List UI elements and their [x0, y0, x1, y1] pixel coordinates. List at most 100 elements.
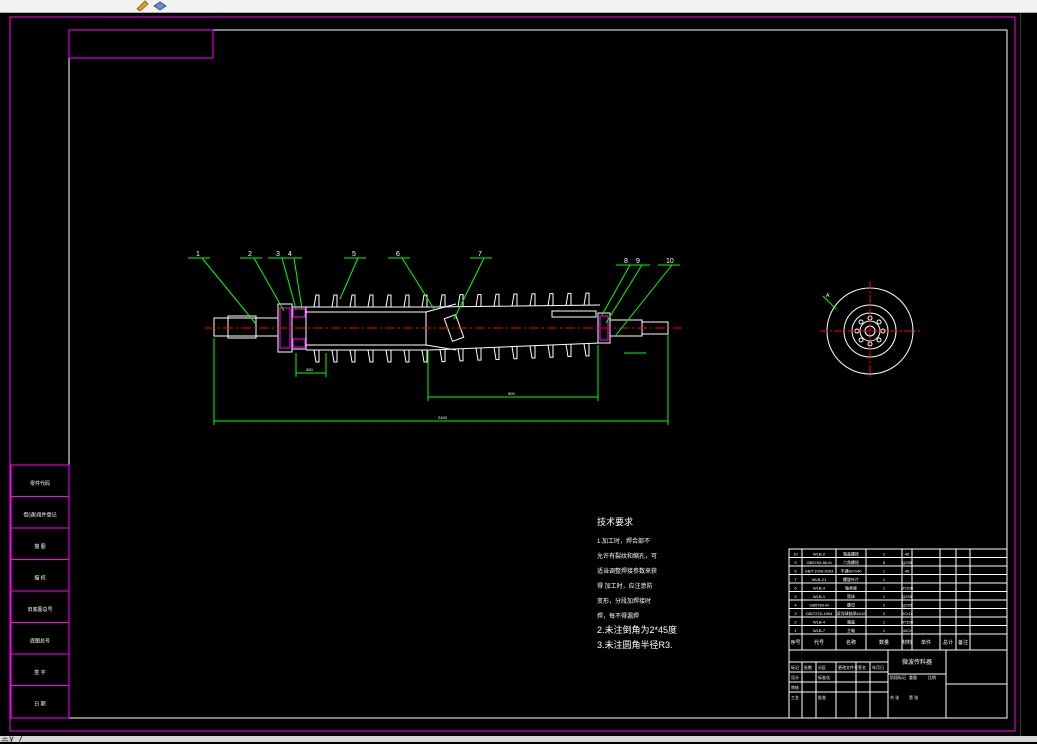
bom-cell: WLB-21: [812, 577, 827, 582]
balloon-number: 4: [288, 251, 292, 258]
flight-blade-top: [403, 294, 410, 308]
flight-blade-top: [313, 294, 320, 308]
section-leader: [822, 295, 837, 310]
bom-header-cell: 单件: [921, 639, 931, 646]
bom-cell: Q235: [902, 594, 913, 599]
bom-cell: 主轴: [847, 627, 855, 633]
sign-cell: 处数: [804, 664, 812, 670]
flight-blade-bottom: [313, 349, 320, 363]
bom-header-cell: 数量: [879, 639, 889, 646]
bom-cell: 六角螺栓: [843, 559, 859, 565]
leader-line: [293, 257, 303, 310]
flight-blade-top: [547, 293, 554, 306]
flight-blade-bottom: [529, 345, 536, 359]
balloon-leaders: 1 2 3 4 5 6 7 8 9 10: [188, 251, 680, 336]
cad-canvas[interactable]: 零件代码借(通)用件登记描 图描 校旧底图总号底图总号签 字日 期 1 2 3 …: [0, 13, 1020, 736]
bom-cell: 8: [883, 560, 886, 565]
flight-blade-top: [331, 294, 338, 308]
sign-cell: 重量: [909, 674, 917, 680]
bom-header-cell: 总计: [943, 639, 953, 646]
bom-cell: GB5783-86-M: [806, 560, 831, 565]
layer-icon[interactable]: [152, 0, 168, 11]
bom-header-cell: 代号: [814, 639, 824, 646]
left-strip-table: 零件代码借(通)用件登记描 图描 校旧底图总号底图总号签 字日 期: [10, 464, 70, 719]
left-strip-label: 零件代码: [30, 480, 50, 487]
balloon-number: 9: [636, 258, 640, 265]
leader-line: [401, 257, 435, 310]
left-strip-label: 借(通)用件登记: [23, 512, 56, 519]
bom-header-cell: 材料: [902, 639, 912, 646]
leader-line: [201, 257, 257, 325]
flight-blade-bottom: [493, 347, 500, 360]
flight-blade-bottom: [331, 349, 338, 363]
bom-cell: 2: [883, 603, 886, 608]
bom-cell: 2: [794, 620, 797, 625]
note-line: 焊，每不得漏焊: [597, 612, 639, 620]
bom-cell: GB/T1096-2003: [805, 569, 834, 574]
sign-cell: 设计: [791, 674, 799, 680]
bom-cell: 端盖: [847, 619, 855, 625]
sign-cell: 签名: [858, 664, 866, 670]
balloon-number: 3: [276, 251, 280, 258]
bom-cell: 筒体: [847, 593, 855, 599]
flight-blade-bottom: [385, 349, 392, 363]
bom-cell: 轴承座: [845, 585, 857, 591]
bom-cell: Q235: [902, 603, 913, 608]
flight-blade-top: [511, 293, 518, 307]
leader-line: [339, 257, 359, 300]
bom-cell: 1: [883, 628, 886, 633]
sign-cell: 年月日: [872, 664, 884, 670]
bom-cell: 5: [794, 594, 797, 599]
bom-cell: 45: [905, 552, 910, 557]
flight-blade-top: [475, 293, 482, 307]
bom-cell: 1: [883, 577, 886, 582]
sign-cell: 阶段标记: [890, 674, 906, 680]
sign-cell: 比例: [928, 674, 936, 680]
left-strip-label: 签 字: [34, 669, 45, 676]
balloon-number: 6: [396, 251, 400, 258]
bom-cell: 1: [883, 586, 886, 591]
flight-blade-bottom: [457, 348, 464, 362]
note-line: 1.加工时，焊合部不: [597, 537, 650, 545]
balloon-number: 10: [666, 258, 674, 265]
sign-cell: 共 张: [890, 694, 899, 700]
dimension-text: 900: [508, 391, 515, 396]
bom-cell: WLB-4: [813, 620, 826, 625]
balloon-number: 5: [352, 251, 356, 258]
leader-line: [605, 264, 643, 324]
status-text: 三ŷ /: [1, 734, 24, 743]
flight-blade-top: [493, 293, 500, 307]
sign-cell: 标准化: [818, 674, 830, 680]
pencil-icon[interactable]: [135, 0, 151, 11]
left-strip-label: 描 校: [34, 575, 45, 582]
dimension-text: 2400: [438, 415, 448, 420]
bom-cell: 1: [883, 569, 886, 574]
note-line: 2.未注倒角为2*45度: [597, 624, 677, 635]
drawing-name: 微波传料器: [902, 658, 932, 666]
bom-header-cell: 序号: [790, 639, 800, 646]
balloon-number: 8: [624, 258, 628, 265]
title-block: 10 WLB-2 端盖螺栓 1 459 GB5783-86-M 六角螺栓 8 Q2358 GB/T…: [788, 548, 1008, 719]
flight-blade-top: [385, 294, 392, 308]
flight-blade-bottom: [421, 349, 428, 363]
sign-cell: 第 张: [909, 694, 918, 700]
sign-cell: 工艺: [791, 695, 799, 700]
dimension-texts: 2400 900 360: [306, 367, 515, 420]
bom-cell: 6: [794, 586, 797, 591]
bom-cell: 螺母: [847, 602, 855, 608]
notes-title: 技术要求: [597, 516, 633, 527]
vertical-scrollbar[interactable]: [1020, 13, 1037, 736]
leader-line: [253, 257, 285, 312]
left-strip-label: 底图总号: [30, 638, 50, 645]
sign-cell: 审核: [791, 684, 799, 690]
bom-cell: 45: [905, 569, 910, 574]
bom-cell: 40Cr: [903, 628, 912, 633]
flight-blade-bottom: [367, 349, 374, 363]
bom-cell: 8: [794, 569, 797, 574]
flight-blade-bottom: [349, 349, 356, 363]
bom-cell: WLB-3: [813, 586, 826, 591]
dimension-text: 360: [306, 367, 313, 372]
sign-cell: 更改文件号: [838, 664, 858, 670]
flight-blade-top: [439, 294, 446, 307]
balloon-number: 1: [196, 251, 200, 258]
